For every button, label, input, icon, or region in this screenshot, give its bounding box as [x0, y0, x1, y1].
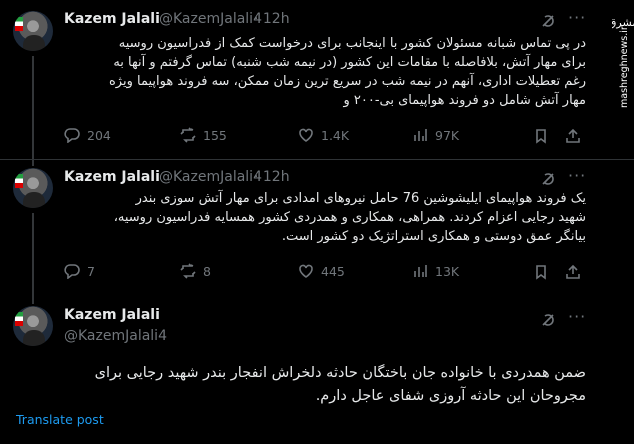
- tweet-line: مهار آتش شامل دو فروند هواپیمای بی-۲۰۰ و: [343, 93, 586, 108]
- retweet-count: 8: [203, 263, 211, 279]
- tweet-text: ضمن همدردی با خانواده جان باختگان حادثه …: [16, 362, 586, 408]
- grok-icon[interactable]: [540, 13, 556, 29]
- retweet-button[interactable]: 155: [180, 127, 227, 143]
- tweet-line: مجروحان این حادثه آروزی شفای عاجل دارم.: [315, 388, 586, 404]
- tweet-line: بیانگر عمق دوستی و همکاری استراتژیک دو ک…: [281, 229, 586, 244]
- like-icon: [299, 264, 313, 278]
- thread-line: [32, 160, 34, 166]
- retweet-button[interactable]: 8: [180, 263, 211, 279]
- thread-line: [32, 213, 34, 296]
- views-icon: [414, 265, 427, 277]
- tweet-text: یک فروند هواپیمای ایلیشوشین 76 حامل نیرو…: [62, 189, 586, 246]
- reply-icon: [64, 128, 80, 143]
- divider: [0, 159, 634, 160]
- views-button[interactable]: 97K: [412, 127, 459, 143]
- display-name[interactable]: Kazem Jalali: [64, 169, 160, 185]
- tweet-text: در پی تماس شبانه مسئولان کشور با اینجانب…: [62, 34, 586, 110]
- share-icon[interactable]: [565, 128, 581, 144]
- tweet-line: در پی تماس شبانه مسئولان کشور با اینجانب…: [118, 36, 586, 51]
- reply-count: 7: [87, 263, 95, 279]
- translate-post-link[interactable]: Translate post: [16, 412, 104, 427]
- bookmark-icon[interactable]: [533, 264, 549, 280]
- user-handle[interactable]: @KazemJalali4: [159, 169, 262, 185]
- thread-line: [32, 296, 34, 304]
- like-button[interactable]: 445: [298, 263, 345, 279]
- mashregh-watermark: مشرق mashreghnews.ir: [608, 0, 634, 112]
- avatar[interactable]: [13, 168, 53, 208]
- avatar[interactable]: [13, 306, 53, 346]
- more-icon[interactable]: ···: [568, 8, 586, 27]
- tweet-line: شهید رجایی اعزام کردند. همراهی، همکاری و…: [113, 210, 586, 225]
- like-button[interactable]: 1.4K: [298, 127, 349, 143]
- more-icon[interactable]: ···: [568, 166, 586, 185]
- bookmark-icon[interactable]: [533, 128, 549, 144]
- views-button[interactable]: 13K: [412, 263, 459, 279]
- like-count: 445: [321, 263, 345, 279]
- display-name[interactable]: Kazem Jalali: [64, 307, 160, 323]
- tweet-line: رغم تعطیلات اداری، آنهم در نیمه شب در سر…: [109, 74, 586, 89]
- user-handle[interactable]: @KazemJalali4: [159, 11, 262, 27]
- more-icon[interactable]: ···: [568, 307, 586, 326]
- view-count: 97K: [435, 127, 460, 143]
- like-count: 1.4K: [321, 127, 350, 143]
- thread-line: [32, 56, 34, 164]
- retweet-icon: [180, 127, 196, 143]
- timestamp[interactable]: · 12h: [254, 169, 290, 185]
- tweet-line: ضمن همدردی با خانواده جان باختگان حادثه …: [94, 365, 586, 381]
- avatar[interactable]: [13, 11, 53, 51]
- view-count: 13K: [435, 263, 460, 279]
- retweet-count: 155: [203, 127, 227, 143]
- tweet-line: برای مهار آتش، بلافاصله با مقامات این کش…: [113, 55, 586, 70]
- grok-icon[interactable]: [540, 312, 556, 328]
- grok-icon[interactable]: [540, 171, 556, 187]
- reply-icon: [64, 264, 80, 279]
- display-name[interactable]: Kazem Jalali: [64, 11, 160, 27]
- retweet-icon: [180, 263, 196, 279]
- reply-count: 204: [87, 127, 111, 143]
- reply-button[interactable]: 204: [64, 127, 111, 143]
- reply-button[interactable]: 7: [64, 263, 95, 279]
- user-handle[interactable]: @KazemJalali4: [64, 328, 167, 344]
- share-icon[interactable]: [565, 264, 581, 280]
- like-icon: [299, 128, 313, 142]
- views-icon: [414, 129, 427, 141]
- tweet-line: یک فروند هواپیمای ایلیشوشین 76 حامل نیرو…: [135, 191, 586, 206]
- timestamp[interactable]: · 12h: [254, 11, 290, 27]
- watermark-site: mashreghnews.ir: [619, 26, 630, 108]
